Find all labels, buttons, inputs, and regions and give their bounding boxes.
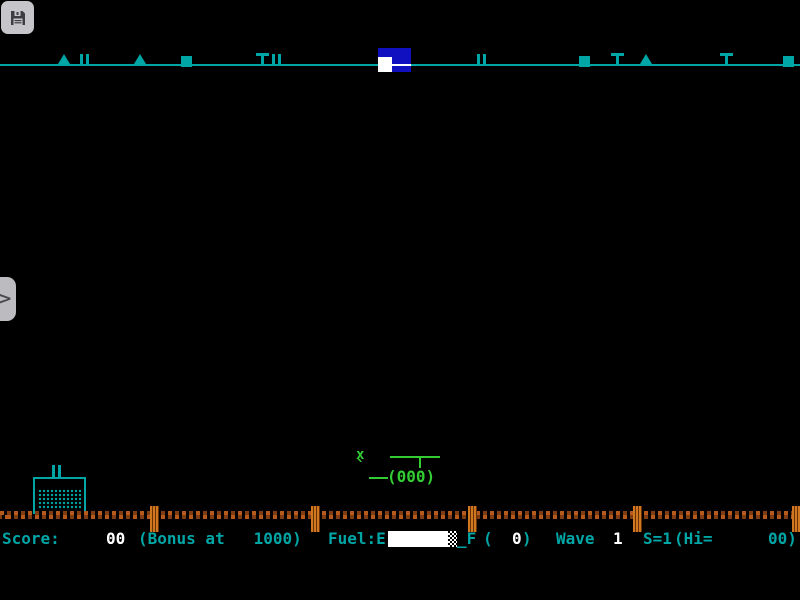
- score-value: 00: [106, 529, 125, 549]
- fuel-label: Fuel:E: [328, 529, 386, 549]
- ground-post: [311, 506, 320, 532]
- fuel-depot-fill-pattern: [38, 489, 81, 510]
- ground-girder-row: [0, 515, 800, 519]
- ground-post: [633, 506, 642, 532]
- hi-score-value: 00): [768, 529, 797, 549]
- radar-blip-square: [579, 56, 590, 67]
- radar-player-trail: [392, 64, 411, 66]
- radar-blip-tee: [720, 53, 733, 65]
- fuel-full-label: _F: [457, 529, 476, 549]
- hi-score-prefix: (Hi=: [674, 529, 713, 549]
- radar-blip-square: [181, 56, 192, 67]
- fuel-count-value: 0: [512, 529, 522, 549]
- radar-blip-pylon: [477, 54, 486, 65]
- radar-blip-tee: [256, 53, 269, 65]
- fuel-count-close: ): [522, 529, 532, 549]
- fuel-depot-chimney: [58, 465, 61, 477]
- radar-player-blip: [378, 57, 392, 72]
- game-screen[interactable]: (000) x ` Score: 00 (Bonus at 1000) Fuel…: [0, 0, 800, 600]
- score-label: Score:: [2, 529, 60, 549]
- helicopter-body: (000): [387, 468, 435, 486]
- expand-panel-button[interactable]: >: [0, 277, 16, 321]
- radar-blip-tee: [611, 53, 624, 65]
- radar-blip-pylon: [272, 54, 281, 65]
- radar-blip-triangle: [58, 54, 70, 64]
- fuel-gauge-bar-end: [448, 531, 457, 547]
- fuel-count-open: (: [483, 529, 493, 549]
- fuel-depot-chimney: [52, 465, 55, 477]
- fuel-gauge-bar: [388, 531, 448, 547]
- radar-blip-square: [783, 56, 794, 67]
- wave-value: 1: [613, 529, 623, 549]
- bonus-text: (Bonus at 1000): [138, 529, 302, 549]
- ships-remaining: S=1: [643, 529, 672, 549]
- chevron-right-icon: >: [0, 289, 12, 309]
- helicopter-rotor: [390, 456, 440, 458]
- radar-blip-triangle: [134, 54, 146, 64]
- save-state-button[interactable]: [1, 1, 34, 34]
- wave-label: Wave: [556, 529, 595, 549]
- radar-blip-pylon: [80, 54, 89, 65]
- helicopter-tail: [369, 477, 388, 479]
- floppy-disk-icon: [8, 8, 28, 28]
- helicopter-thrust-tick: `: [356, 460, 366, 474]
- radar-blip-triangle: [640, 54, 652, 64]
